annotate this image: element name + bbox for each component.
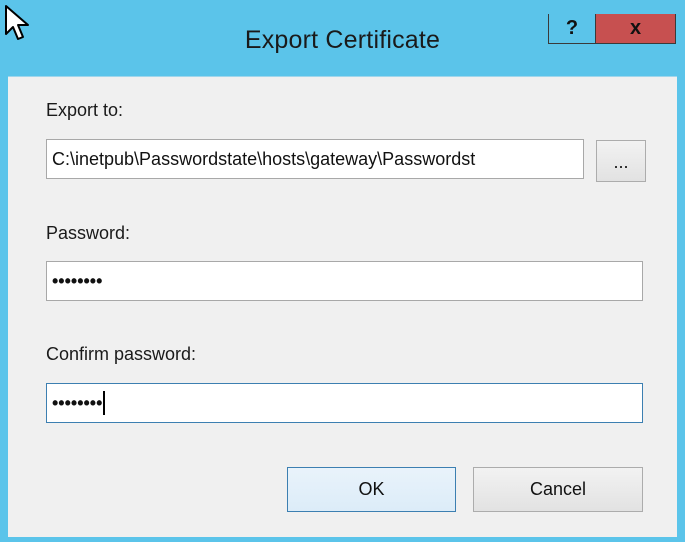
export-to-label: Export to:: [46, 100, 124, 120]
password-label: Password:: [46, 223, 131, 243]
help-button[interactable]: ?: [548, 14, 596, 44]
title-bar[interactable]: Export Certificate ? x: [0, 0, 685, 76]
export-path-value: C:\inetpub\Passwordstate\hosts\gateway\P…: [52, 148, 476, 169]
password-field[interactable]: ••••••••: [46, 261, 643, 301]
close-button[interactable]: x: [596, 14, 676, 44]
dialog-body: Export to: C:\inetpub\Passwordstate\host…: [8, 76, 677, 537]
confirm-password-label: Confirm password:: [46, 344, 197, 364]
export-certificate-dialog: Export Certificate ? x Export to: C:\ine…: [0, 0, 685, 542]
password-mask: ••••••••: [52, 270, 103, 291]
mouse-pointer-icon: [5, 5, 29, 40]
ok-button[interactable]: OK: [287, 467, 456, 512]
confirm-password-field[interactable]: ••••••••: [46, 383, 643, 423]
text-caret: [103, 391, 106, 415]
cancel-button[interactable]: Cancel: [473, 467, 643, 512]
export-path-input[interactable]: C:\inetpub\Passwordstate\hosts\gateway\P…: [46, 139, 584, 179]
browse-button[interactable]: ...: [596, 140, 646, 182]
confirm-password-mask: ••••••••: [52, 392, 103, 413]
